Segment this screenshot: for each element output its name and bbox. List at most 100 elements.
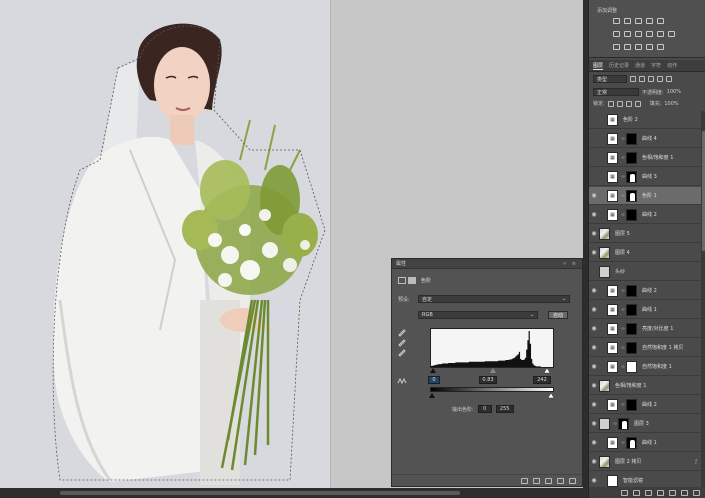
layer-row[interactable]: ◉ 智能滤镜: [589, 472, 701, 487]
white-point-handle[interactable]: [543, 367, 551, 374]
eye-icon[interactable]: ◉: [589, 396, 599, 414]
lock-position-icon[interactable]: [625, 100, 632, 107]
input-white-field[interactable]: 242: [533, 376, 551, 384]
eye-icon[interactable]: ◉: [589, 282, 599, 300]
adjustment-icon[interactable]: ▦: [607, 132, 618, 145]
clipping-icon[interactable]: [397, 377, 407, 385]
tab-2[interactable]: 通道: [635, 62, 645, 69]
layer-row[interactable]: ◉▦∞曲线 3: [589, 168, 701, 186]
mask-thumbnail[interactable]: [626, 341, 637, 354]
scroll-thumb[interactable]: [60, 491, 460, 495]
invert-icon[interactable]: [613, 44, 620, 50]
link-layers-icon[interactable]: [621, 489, 628, 496]
layer-row[interactable]: ◉ ▦ ∞ 曲线 1: [589, 434, 701, 452]
add-mask-icon[interactable]: [645, 489, 652, 496]
channel-mixer-icon[interactable]: [668, 31, 675, 37]
tab-1[interactable]: 历史记录: [609, 62, 629, 69]
document-canvas[interactable]: [0, 0, 330, 488]
properties-titlebar[interactable]: 属性 « ≡: [392, 259, 582, 269]
photo-filter-icon[interactable]: [657, 31, 664, 37]
clip-to-layer-icon[interactable]: [521, 477, 528, 484]
lock-pixels-icon[interactable]: [616, 100, 623, 107]
layer-thumbnail[interactable]: [599, 417, 610, 430]
adjustment-icon[interactable]: ▦: [607, 360, 618, 373]
channel-dropdown[interactable]: RGB ⌄: [418, 311, 538, 319]
mask-thumbnail[interactable]: [626, 189, 637, 202]
selective-color-icon[interactable]: [657, 44, 664, 50]
black-white-icon[interactable]: [646, 31, 653, 37]
adjustment-icon[interactable]: ▦: [607, 398, 618, 411]
mask-thumbnail[interactable]: [626, 322, 637, 335]
layer-thumbnail[interactable]: [607, 474, 618, 487]
adjustment-icon[interactable]: ▦: [607, 341, 618, 354]
adjustment-icon[interactable]: ▦: [607, 303, 618, 316]
layer-row[interactable]: ◉ ▦ ∞ 色阶 1: [589, 187, 701, 205]
white-eyedropper-icon[interactable]: [398, 349, 406, 357]
visibility-icon[interactable]: [557, 477, 564, 484]
eye-icon[interactable]: ◉: [589, 244, 599, 262]
mask-thumbnail[interactable]: [626, 208, 637, 221]
hue-saturation-icon[interactable]: [624, 31, 631, 37]
layer-row[interactable]: ◉ ▦ ∞ 亮度/对比度 1: [589, 320, 701, 338]
eye-icon[interactable]: ◉: [589, 320, 599, 338]
adjustment-icon[interactable]: ▦: [607, 151, 618, 164]
filter-pixel-icon[interactable]: [630, 76, 636, 82]
tab-4[interactable]: 动作: [667, 62, 677, 69]
auto-button[interactable]: 自动: [548, 311, 569, 319]
output-white-field[interactable]: 255: [495, 405, 514, 413]
eye-icon[interactable]: ◉: [589, 339, 599, 357]
tab-3[interactable]: 字符: [651, 62, 661, 69]
eye-icon[interactable]: ◉: [589, 263, 599, 281]
mask-thumbnail[interactable]: [626, 303, 637, 316]
gradient-icon[interactable]: [657, 18, 664, 24]
horizontal-scrollbar[interactable]: [0, 488, 588, 498]
adjustment-icon[interactable]: ▦: [607, 208, 618, 221]
layer-thumbnail[interactable]: [599, 455, 610, 468]
input-gamma-field[interactable]: 0.83: [479, 376, 497, 384]
output-black-handle[interactable]: [429, 393, 435, 398]
reset-icon[interactable]: [545, 477, 552, 484]
gamma-handle[interactable]: [490, 368, 496, 373]
layer-row[interactable]: ◉ ▦ ∞ 自然饱和度 1: [589, 358, 701, 376]
mask-thumbnail[interactable]: [618, 417, 629, 430]
input-black-field[interactable]: 0: [428, 376, 440, 384]
eye-icon[interactable]: ◉: [589, 472, 599, 488]
properties-panel[interactable]: 属性 « ≡ 色阶 预设: 自定 ⌄ RGB ⌄ 自动 0 0.83 242 输…: [391, 258, 583, 487]
mask-thumbnail[interactable]: [626, 170, 637, 183]
gradient-map-icon[interactable]: [646, 44, 653, 50]
input-slider[interactable]: [426, 367, 558, 375]
mask-thumbnail[interactable]: [626, 151, 637, 164]
adjustment-icon[interactable]: ▦: [607, 189, 618, 202]
mask-thumbnail[interactable]: [626, 132, 637, 145]
filter-shape-icon[interactable]: [657, 76, 663, 82]
layer-thumbnail[interactable]: [599, 265, 610, 278]
levels-icon[interactable]: [624, 18, 631, 24]
eye-icon[interactable]: ◉: [589, 415, 599, 433]
adjustment-icon[interactable]: ▦: [607, 322, 618, 335]
fx-icon[interactable]: ƒ: [695, 459, 697, 465]
adjustment-icon[interactable]: ▦: [607, 436, 618, 449]
layer-row[interactable]: ◉▦∞曲线 4: [589, 130, 701, 148]
eye-icon[interactable]: ◉: [589, 168, 599, 186]
new-adjustment-icon[interactable]: [657, 489, 664, 496]
new-layer-icon[interactable]: [681, 489, 688, 496]
lock-all-icon[interactable]: [634, 100, 641, 107]
output-slider[interactable]: [426, 392, 558, 400]
eye-icon[interactable]: ◉: [589, 377, 599, 395]
gray-eyedropper-icon[interactable]: [398, 339, 406, 347]
curves-icon[interactable]: [635, 18, 642, 24]
exposure-icon[interactable]: [646, 18, 653, 24]
filter-type-icon[interactable]: [648, 76, 654, 82]
filter-smart-icon[interactable]: [666, 76, 672, 82]
posterize-icon[interactable]: [624, 44, 631, 50]
brightness-icon[interactable]: [613, 18, 620, 24]
layer-row[interactable]: ◉ ▦ ∞ 曲线 1: [589, 301, 701, 319]
eye-icon[interactable]: ◉: [589, 453, 599, 471]
preset-dropdown[interactable]: 自定 ⌄: [418, 295, 570, 303]
black-eyedropper-icon[interactable]: [398, 329, 406, 337]
layer-row[interactable]: ◉ 图层 2 拷贝 ƒ: [589, 453, 701, 471]
eye-icon[interactable]: ◉: [589, 130, 599, 148]
layer-row[interactable]: ◉ 头纱: [589, 263, 701, 281]
fill-value[interactable]: 100%: [664, 101, 678, 107]
layer-row[interactable]: ◉ ▦ ∞ 曲线 2: [589, 206, 701, 224]
